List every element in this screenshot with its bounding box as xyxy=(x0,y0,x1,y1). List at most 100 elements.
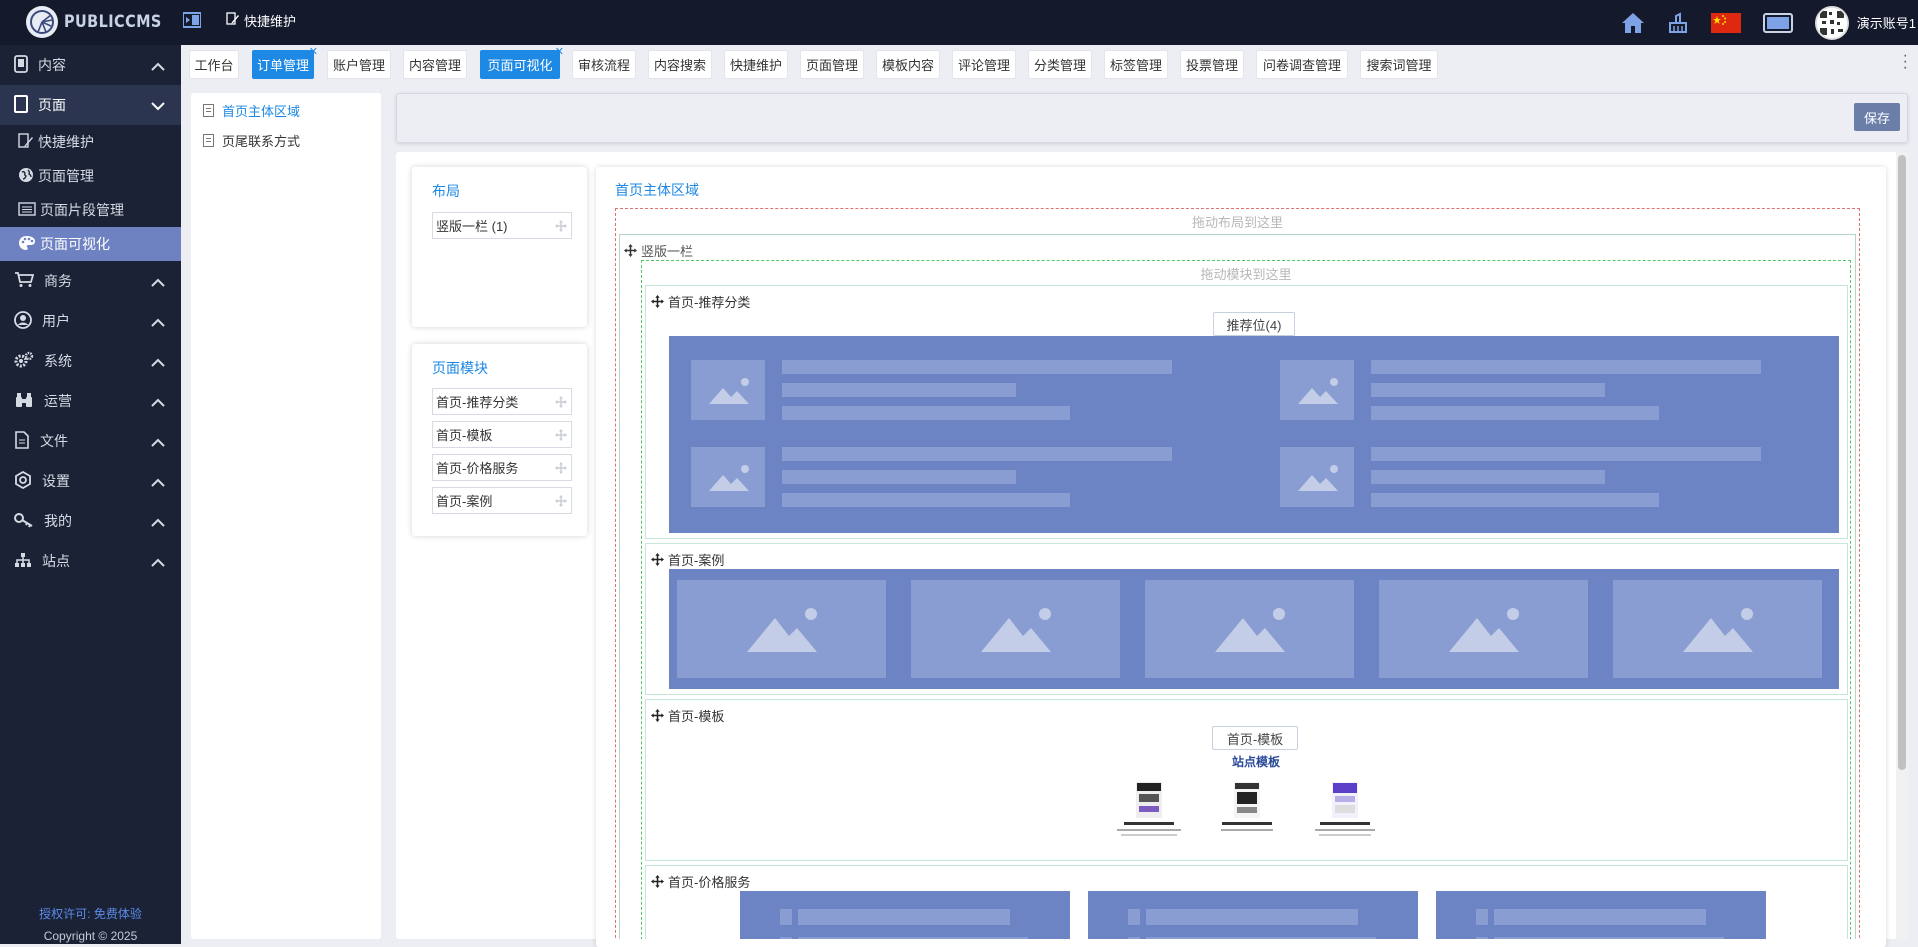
cart-icon xyxy=(14,271,35,291)
sidebar-group-label: 文件 xyxy=(40,433,68,449)
sidebar-group-mine[interactable]: 我的 xyxy=(0,501,181,541)
module-block-cases[interactable]: 首页-案例 xyxy=(645,543,1848,695)
language-flag-icon[interactable] xyxy=(1710,12,1741,33)
tab-tags[interactable]: 标签管理 xyxy=(1104,50,1168,79)
image-placeholder-icon xyxy=(1280,447,1354,507)
breadcrumb[interactable]: 快捷维护 xyxy=(226,11,296,30)
chevron-up-icon xyxy=(151,314,165,330)
chevron-up-icon xyxy=(151,474,165,490)
close-icon[interactable]: ✕ xyxy=(555,45,564,58)
scrollbar-thumb[interactable] xyxy=(1898,155,1906,770)
tab-workbench[interactable]: 工作台 xyxy=(189,50,239,79)
tree-item-footer-contact[interactable]: 页尾联系方式 xyxy=(203,131,300,150)
tab-quick-edit[interactable]: 快捷维护 xyxy=(724,50,788,79)
module-block-recommend[interactable]: 首页-推荐分类 推荐位(4) xyxy=(645,285,1848,539)
globe-icon xyxy=(18,167,34,186)
template-slot-tag[interactable]: 首页-模板 xyxy=(1212,726,1298,750)
price-card-placeholder xyxy=(740,891,1070,939)
image-placeholder-icon xyxy=(1613,580,1822,678)
tab-survey[interactable]: 问卷调查管理 xyxy=(1256,50,1348,79)
image-placeholder-icon xyxy=(691,360,765,420)
module-block-label-text: 首页-模板 xyxy=(668,709,725,724)
layout-drop-zone[interactable]: 拖动布局到这里 竖版一栏 拖动模块到这里 首页-推荐分类 推荐位(4) 首页-案… xyxy=(615,208,1860,939)
module-block-template[interactable]: 首页-模板 首页-模板 站点模板 xyxy=(645,699,1848,861)
module-item-label: 首页-价格服务 xyxy=(436,461,519,476)
home-icon[interactable] xyxy=(1621,12,1645,34)
sidebar-group-label: 运营 xyxy=(44,393,72,409)
tab-search-words[interactable]: 搜索词管理 xyxy=(1360,50,1438,79)
sidebar-toggle-icon[interactable] xyxy=(182,12,202,28)
more-vertical-icon[interactable]: · · · xyxy=(1903,48,1908,76)
module-block-label[interactable]: 首页-推荐分类 xyxy=(651,292,750,311)
chevron-down-icon xyxy=(151,98,165,114)
move-icon[interactable] xyxy=(555,495,567,510)
avatar[interactable] xyxy=(1814,5,1849,40)
move-icon[interactable] xyxy=(555,220,567,235)
sidebar-group-user[interactable]: 用户 xyxy=(0,301,181,341)
sidebar-group-file[interactable]: 文件 xyxy=(0,421,181,461)
sidebar-group-label: 系统 xyxy=(44,353,72,369)
move-icon[interactable] xyxy=(555,396,567,411)
tab-comments[interactable]: 评论管理 xyxy=(952,50,1016,79)
sidebar-group-site[interactable]: 站点 xyxy=(0,541,181,581)
tab-categories[interactable]: 分类管理 xyxy=(1028,50,1092,79)
sidebar-item-page-fragment[interactable]: 页面片段管理 xyxy=(0,193,181,227)
column-label[interactable]: 竖版一栏 xyxy=(624,241,693,260)
module-item[interactable]: 首页-推荐分类 xyxy=(432,388,572,415)
image-placeholder-icon xyxy=(1379,580,1588,678)
visual-preview-panel: 首页主体区域 拖动布局到这里 竖版一栏 拖动模块到这里 首页-推荐分类 推荐位(… xyxy=(596,167,1886,947)
module-block-label[interactable]: 首页-案例 xyxy=(651,550,724,569)
module-block-label[interactable]: 首页-模板 xyxy=(651,706,724,725)
move-icon[interactable] xyxy=(555,462,567,477)
tab-orders[interactable]: 订单管理 ✕ xyxy=(252,46,318,79)
move-icon[interactable] xyxy=(555,429,567,444)
tab-label: 页面管理 xyxy=(805,58,858,73)
tab-label: 分类管理 xyxy=(1033,58,1086,73)
single-column-layout[interactable]: 竖版一栏 拖动模块到这里 首页-推荐分类 推荐位(4) 首页-案例 首页-模板 … xyxy=(619,234,1856,939)
layout-item-single-column[interactable]: 竖版一栏 (1) xyxy=(432,212,572,239)
cases-placeholder xyxy=(669,569,1839,689)
sidebar-group-page[interactable]: 页面 xyxy=(0,85,181,125)
sidebar-group-commerce[interactable]: 商务 xyxy=(0,261,181,301)
module-item[interactable]: 首页-案例 xyxy=(432,487,572,514)
sidebar-item-page-visual[interactable]: 页面可视化 xyxy=(0,227,181,261)
module-block-label[interactable]: 首页-价格服务 xyxy=(651,872,750,891)
module-drop-zone[interactable]: 拖动模块到这里 首页-推荐分类 推荐位(4) 首页-案例 首页-模板 首页-模板… xyxy=(641,260,1851,939)
sidebar-group-content[interactable]: 内容 xyxy=(0,45,181,85)
chevron-up-icon xyxy=(151,354,165,370)
sidebar-group-label: 设置 xyxy=(42,473,70,489)
tab-page-manage[interactable]: 页面管理 xyxy=(800,50,864,79)
tab-accounts[interactable]: 账户管理 xyxy=(327,50,391,79)
sidebar-group-system[interactable]: 系统 xyxy=(0,341,181,381)
fullscreen-icon[interactable] xyxy=(1762,12,1793,33)
scrollbar[interactable] xyxy=(1896,152,1908,939)
sidebar-item-page-manage[interactable]: 页面管理 xyxy=(0,159,181,193)
module-item[interactable]: 首页-价格服务 xyxy=(432,454,572,481)
recommend-slot-tag[interactable]: 推荐位(4) xyxy=(1213,312,1295,336)
close-icon[interactable]: ✕ xyxy=(309,45,318,58)
tab-votes[interactable]: 投票管理 xyxy=(1180,50,1244,79)
sidebar-group-operation[interactable]: 运营 xyxy=(0,381,181,421)
template-thumbnail[interactable] xyxy=(1305,780,1385,846)
tree-item-main-region[interactable]: 首页主体区域 xyxy=(203,101,300,120)
tab-label: 审核流程 xyxy=(577,58,630,73)
tab-content-manage[interactable]: 内容管理 xyxy=(403,50,467,79)
sidebar-item-quick-edit[interactable]: 快捷维护 xyxy=(0,125,181,159)
module-block-label-text: 首页-价格服务 xyxy=(668,875,751,890)
module-block-price[interactable]: 首页-价格服务 xyxy=(645,865,1848,939)
username[interactable]: 演示账号1 xyxy=(1857,13,1916,32)
clear-cache-icon[interactable] xyxy=(1667,11,1689,34)
template-thumbnail[interactable] xyxy=(1109,780,1189,846)
template-thumbnail[interactable] xyxy=(1207,780,1287,846)
license-link[interactable]: 授权许可: 免费体验 xyxy=(0,905,181,922)
tab-page-visual[interactable]: 页面可视化 ✕ xyxy=(480,46,564,79)
save-button[interactable]: 保存 xyxy=(1854,103,1900,131)
tab-label: 订单管理 xyxy=(256,58,309,73)
tab-content-search[interactable]: 内容搜索 xyxy=(648,50,712,79)
sidebar-group-settings[interactable]: 设置 xyxy=(0,461,181,501)
module-item[interactable]: 首页-模板 xyxy=(432,421,572,448)
logo[interactable]: PUBLICCMS xyxy=(26,4,179,40)
tab-review-flow[interactable]: 审核流程 xyxy=(572,50,636,79)
tab-template-content[interactable]: 模板内容 xyxy=(876,50,940,79)
image-placeholder-icon xyxy=(677,580,886,678)
